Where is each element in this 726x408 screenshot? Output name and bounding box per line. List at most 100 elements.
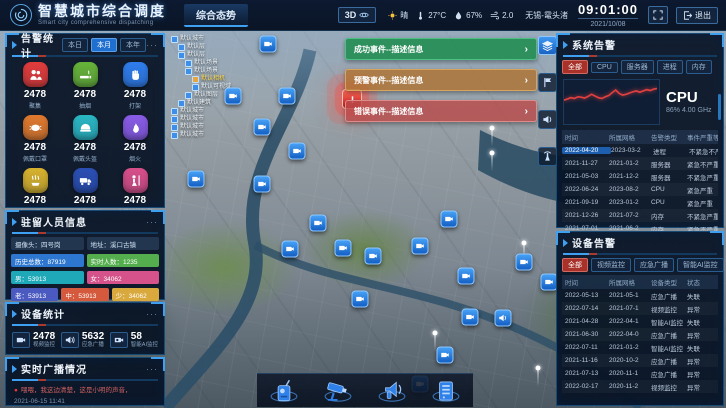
map-pin[interactable] (490, 151, 495, 156)
alarm-stat-聚集[interactable]: 2478聚集 (10, 62, 60, 110)
table-row[interactable]: 2022-04-202023-03-2进程不紧急不严重 (562, 144, 718, 157)
loudspeaker-tool-button[interactable] (377, 377, 407, 405)
table-row[interactable]: 2022-07-112021-01-2智能AI监控失联 (562, 341, 718, 354)
alarm-stat-土渣车顶盖[interactable]: 2478土渣车顶盖 (60, 168, 110, 216)
layer-tree-item[interactable]: 默认城市 (171, 35, 257, 43)
camera-marker[interactable] (441, 211, 458, 228)
camera-marker[interactable] (462, 309, 479, 326)
alarm-stat-烟火[interactable]: 2478烟火 (110, 115, 160, 163)
camera-marker[interactable] (282, 241, 299, 258)
alarm-stat-佩戴口罩[interactable]: 2478佩戴口罩 (10, 115, 60, 163)
layer-tree-item[interactable]: 默认场景 (171, 59, 257, 67)
map-pin[interactable] (490, 126, 495, 131)
camera-marker[interactable] (352, 291, 369, 308)
table-row[interactable]: 2021-11-272021-01-2服务器紧急不严重 (562, 157, 718, 170)
tab-内存[interactable]: 内存 (686, 60, 712, 74)
alarm-stat-佩戴头盔[interactable]: 2478佩戴头盔 (60, 115, 110, 163)
fullscreen-button[interactable] (648, 6, 668, 24)
tab-视频监控[interactable]: 视频监控 (591, 258, 631, 272)
layer-tree-item[interactable]: 默认可视域 (171, 83, 257, 91)
tab-进程[interactable]: 进程 (657, 60, 683, 74)
camera-marker[interactable] (289, 143, 306, 160)
map-pin[interactable] (536, 366, 541, 371)
intercom-tool-button[interactable] (269, 377, 299, 405)
camera-marker[interactable] (365, 248, 382, 265)
tab-本日[interactable]: 本日 (62, 38, 88, 52)
alarm-stat-抽烟[interactable]: 2478抽烟 (60, 62, 110, 110)
layer-tree-item[interactable]: 默认场景 (171, 67, 257, 75)
success-event-banner[interactable]: 成功事件--描述信息 › (345, 38, 537, 60)
alarm-flag-tool-button[interactable] (538, 73, 557, 92)
error-event-banner[interactable]: 错误事件--描述信息 › (345, 100, 537, 122)
layer-tree-item[interactable]: 默认城市 (171, 115, 257, 123)
panel-menu-button[interactable]: ··· (146, 364, 158, 374)
table-row[interactable]: 2021-09-192023-01-2CPU紧急严重 (562, 196, 718, 209)
scrollbar[interactable] (718, 94, 721, 120)
layer-icon (192, 84, 199, 91)
table-row[interactable]: 2022-07-142021-07-1视频监控异常 (562, 302, 718, 315)
camera-marker[interactable] (254, 119, 271, 136)
camera-marker[interactable] (437, 347, 454, 364)
thermometer-icon (416, 11, 425, 20)
camera-marker[interactable] (335, 240, 352, 257)
layer-tree-item[interactable]: 默认城市 (171, 131, 257, 139)
tab-智能AI监控[interactable]: 智能AI监控 (677, 258, 724, 272)
cctv-tool-button[interactable] (323, 377, 353, 405)
camera-marker[interactable] (516, 254, 533, 271)
table-row[interactable]: 2021-11-162020-10-2应急广播异常 (562, 354, 718, 367)
logout-button[interactable]: 退出 (676, 7, 718, 24)
camera-marker[interactable] (279, 88, 296, 105)
camera-marker[interactable] (188, 171, 205, 188)
table-header-row: 时间所属网格告警类型事件严重等级 (562, 130, 718, 144)
tab-本年[interactable]: 本年 (120, 38, 146, 52)
layer-tree-item[interactable]: 默认城市 (171, 107, 257, 115)
layer-tree-item[interactable]: 默认层 (171, 43, 257, 51)
table-row[interactable]: 2021-07-132020-11-1应急广播异常 (562, 367, 718, 380)
server-tool-button[interactable] (431, 377, 461, 405)
alarm-stat-人员越界告警[interactable]: 2478人员越界告警 (110, 168, 160, 216)
table-row[interactable]: 2022-06-242023-08-2CPU紧急严重 (562, 183, 718, 196)
camera-marker[interactable] (225, 88, 242, 105)
camera-marker[interactable] (412, 238, 429, 255)
camera-marker[interactable] (254, 176, 271, 193)
tab-服务器[interactable]: 服务器 (621, 60, 654, 74)
fist-icon (123, 62, 148, 87)
tab-overall-situation[interactable]: 综合态势 (184, 4, 248, 27)
layer-tree-item[interactable]: 默认层 (171, 51, 257, 59)
warning-event-banner[interactable]: 预警事件--描述信息 › (345, 69, 537, 91)
layers-tool-button[interactable] (538, 36, 557, 55)
table-row[interactable]: 2021-06-302022-04-0应急广播异常 (562, 328, 718, 341)
camera-marker[interactable] (260, 36, 277, 53)
layer-tree-item[interactable]: 默认图层 (171, 91, 257, 99)
speaker-marker[interactable] (495, 310, 512, 327)
camera-marker[interactable] (310, 215, 327, 232)
tab-全部[interactable]: 全部 (562, 60, 588, 74)
panel-menu-button[interactable]: ··· (146, 309, 158, 319)
alarm-stat-火灾[interactable]: 2478火灾 (10, 168, 60, 216)
layer-tree-item[interactable]: 默认城市 (171, 123, 257, 131)
tab-全部[interactable]: 全部 (562, 258, 588, 272)
panel-menu-button[interactable]: ··· (146, 40, 158, 50)
layer-tree-item[interactable]: 默认相机 (171, 75, 257, 83)
table-row[interactable]: 2021-05-032021-12-2服务器不紧急严重 (562, 170, 718, 183)
weather-condition: 晴 (388, 10, 408, 21)
tab-CPU[interactable]: CPU (591, 62, 618, 73)
camera-marker[interactable] (458, 268, 475, 285)
panel-menu-button[interactable]: ··· (146, 217, 158, 227)
map-pin[interactable] (433, 331, 438, 336)
camera-marker[interactable] (541, 274, 558, 291)
layer-tree-item[interactable]: 默认建筑 (171, 99, 257, 107)
tab-本月[interactable]: 本月 (91, 38, 117, 52)
alarm-stat-打架[interactable]: 2478打架 (110, 62, 160, 110)
speaker-tool-button[interactable] (538, 110, 557, 129)
table-row[interactable]: 2021-04-282022-04-1智能AI监控失联 (562, 315, 718, 328)
broadcast-tower-tool-button[interactable] (538, 147, 557, 166)
table-row[interactable]: 2022-05-132021-05-1应急广播失联 (562, 289, 718, 302)
tab-应急广播[interactable]: 应急广播 (634, 258, 674, 272)
smart-city-dashboard: 默认城市 默认层 默认层 默认场景 默认场景 默认相机 默认可视域 默认图层 默… (0, 0, 726, 408)
view-mode-3d-toggle[interactable]: 3D (338, 7, 377, 23)
table-row[interactable]: 2022-02-172020-11-2视频监控异常 (562, 380, 718, 393)
elderly-count-value: 老：53913 (11, 288, 58, 301)
map-pin[interactable] (522, 241, 527, 246)
table-row[interactable]: 2021-12-262021-07-2内存不紧急严重 (562, 209, 718, 222)
